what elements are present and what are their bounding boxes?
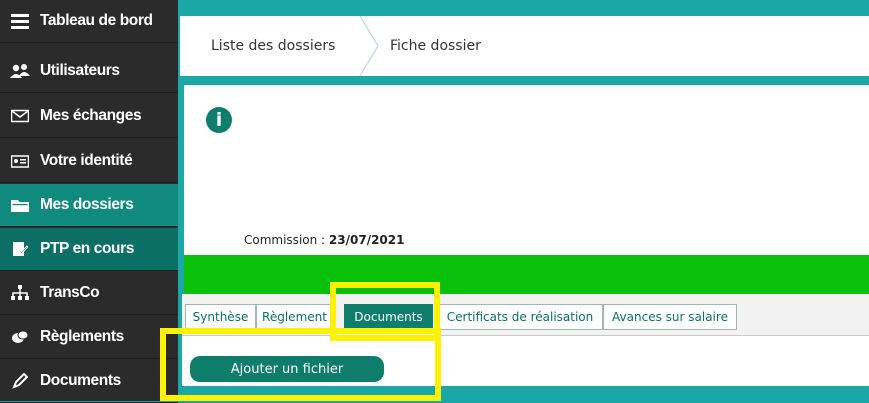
documents-panel: Ajouter un fichier [182,336,869,386]
coins-icon [0,329,40,345]
tab-reglement[interactable]: Règlement [256,304,333,330]
sidebar-item-ptp-en-cours[interactable]: PTP en cours [0,228,178,271]
sidebar-item-label: TransCo [40,284,100,301]
sidebar-item-label: Mes dossiers [40,196,134,213]
status-bar [184,255,869,294]
sidebar-item-mes-dossiers[interactable]: Mes dossiers [0,184,178,227]
tab-certificats-de-realisation[interactable]: Certificats de réalisation [437,304,603,330]
id-card-icon [0,154,40,168]
commission-date: 23/07/2021 [328,233,405,247]
commission-field: Commission : 23/07/2021 [244,233,404,247]
network-icon [0,285,40,301]
tab-bar: Synthèse Règlement Documents Certificats… [182,294,869,336]
sidebar-item-label: PTP en cours [40,240,134,257]
menu-icon [0,13,40,29]
sidebar-item-mes-echanges[interactable]: Mes échanges [0,95,178,138]
sidebar-item-label: Documents [40,372,121,389]
info-icon[interactable]: i [206,107,232,133]
sidebar-item-label: Mes échanges [40,107,142,124]
sidebar-item-label: Votre identité [40,152,133,169]
sidebar-item-votre-identite[interactable]: Votre identité [0,140,178,183]
sidebar-item-label: Règlements [40,328,124,345]
breadcrumb-item-liste-des-dossiers[interactable]: Liste des dossiers [211,16,335,76]
sidebar-item-documents[interactable]: Documents [0,360,178,403]
sidebar-item-utilisateurs[interactable]: Utilisateurs [0,50,178,93]
tab-synthese[interactable]: Synthèse [185,304,256,330]
users-icon [0,63,40,79]
sidebar-item-label: Tableau de bord [40,12,153,29]
dossier-card: i Commission : 23/07/2021 [184,85,869,255]
sidebar-item-label: Utilisateurs [40,62,120,79]
breadcrumb-item-fiche-dossier: Fiche dossier [390,38,481,54]
tab-documents[interactable]: Documents [344,304,433,330]
edit-document-icon [0,241,40,257]
tab-avances-sur-salaire[interactable]: Avances sur salaire [603,304,737,330]
pen-icon [0,373,40,389]
breadcrumb: Liste des dossiers Fiche dossier [180,16,869,76]
commission-label: Commission : [244,233,326,247]
add-file-button[interactable]: Ajouter un fichier [190,356,384,382]
sidebar-item-tableau-de-bord[interactable]: Tableau de bord [0,0,178,43]
sidebar-item-transco[interactable]: TransCo [0,272,178,315]
sidebar-item-reglements[interactable]: Règlements [0,316,178,359]
folder-icon [0,198,40,212]
breadcrumb-separator-icon [359,16,379,76]
envelope-icon [0,109,40,123]
sidebar: Tableau de bord Utilisateurs Mes échange… [0,0,178,403]
